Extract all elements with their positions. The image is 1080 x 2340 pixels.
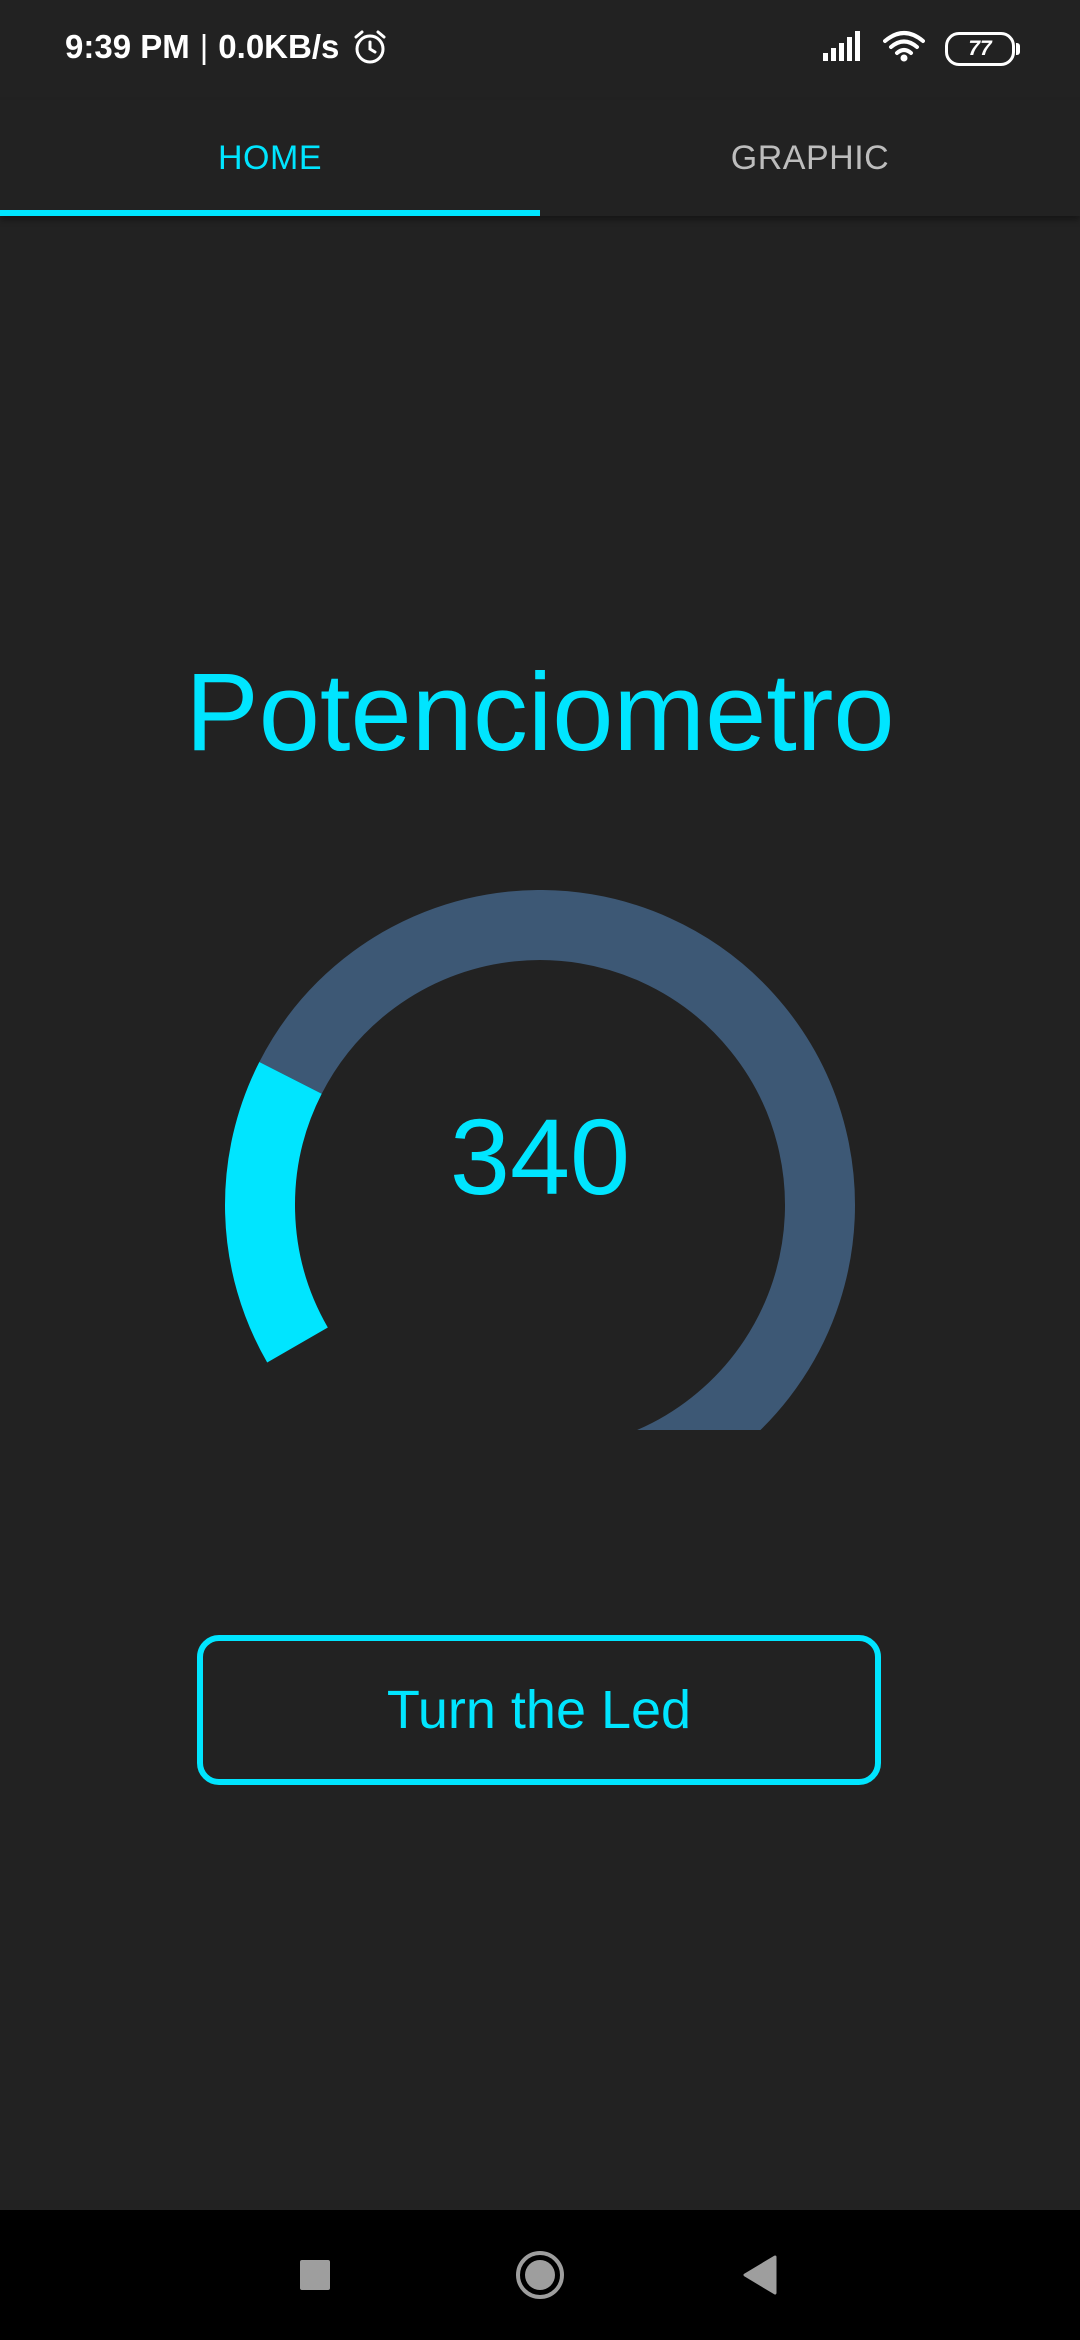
battery-level: 77 xyxy=(968,36,992,60)
wifi-icon xyxy=(883,30,925,67)
page-title: Potenciometro xyxy=(185,651,895,774)
turn-led-button[interactable]: Turn the Led xyxy=(197,1635,881,1785)
alarm-icon xyxy=(351,28,389,66)
home-circle-icon[interactable] xyxy=(480,2210,600,2340)
back-triangle-icon[interactable] xyxy=(700,2210,820,2340)
app-screen: 9:39 PM | 0.0KB/s 77 HOME GRAPHIC Potenc… xyxy=(0,0,1080,2340)
status-separator: | xyxy=(199,28,209,65)
recents-square-icon[interactable] xyxy=(255,2210,375,2340)
battery-icon: 77 xyxy=(945,31,1020,66)
status-time: 9:39 PM xyxy=(65,28,190,65)
status-bar: 9:39 PM | 0.0KB/s 77 xyxy=(0,0,1080,100)
tab-graphic-label: GRAPHIC xyxy=(730,138,890,177)
turn-led-button-label: Turn the Led xyxy=(386,1680,692,1740)
network-speed: 0.0KB/s xyxy=(218,28,340,65)
navigation-bar xyxy=(0,2210,1080,2340)
tab-graphic[interactable]: GRAPHIC xyxy=(540,100,1080,216)
status-right: 77 xyxy=(823,30,1020,67)
tab-home[interactable]: HOME xyxy=(0,100,540,216)
gauge-value: 340 xyxy=(449,1096,631,1217)
signal-icon xyxy=(823,31,863,66)
status-left: 9:39 PM | 0.0KB/s xyxy=(65,28,389,66)
tab-home-label: HOME xyxy=(218,138,322,177)
tab-bar: HOME GRAPHIC xyxy=(0,100,1080,216)
